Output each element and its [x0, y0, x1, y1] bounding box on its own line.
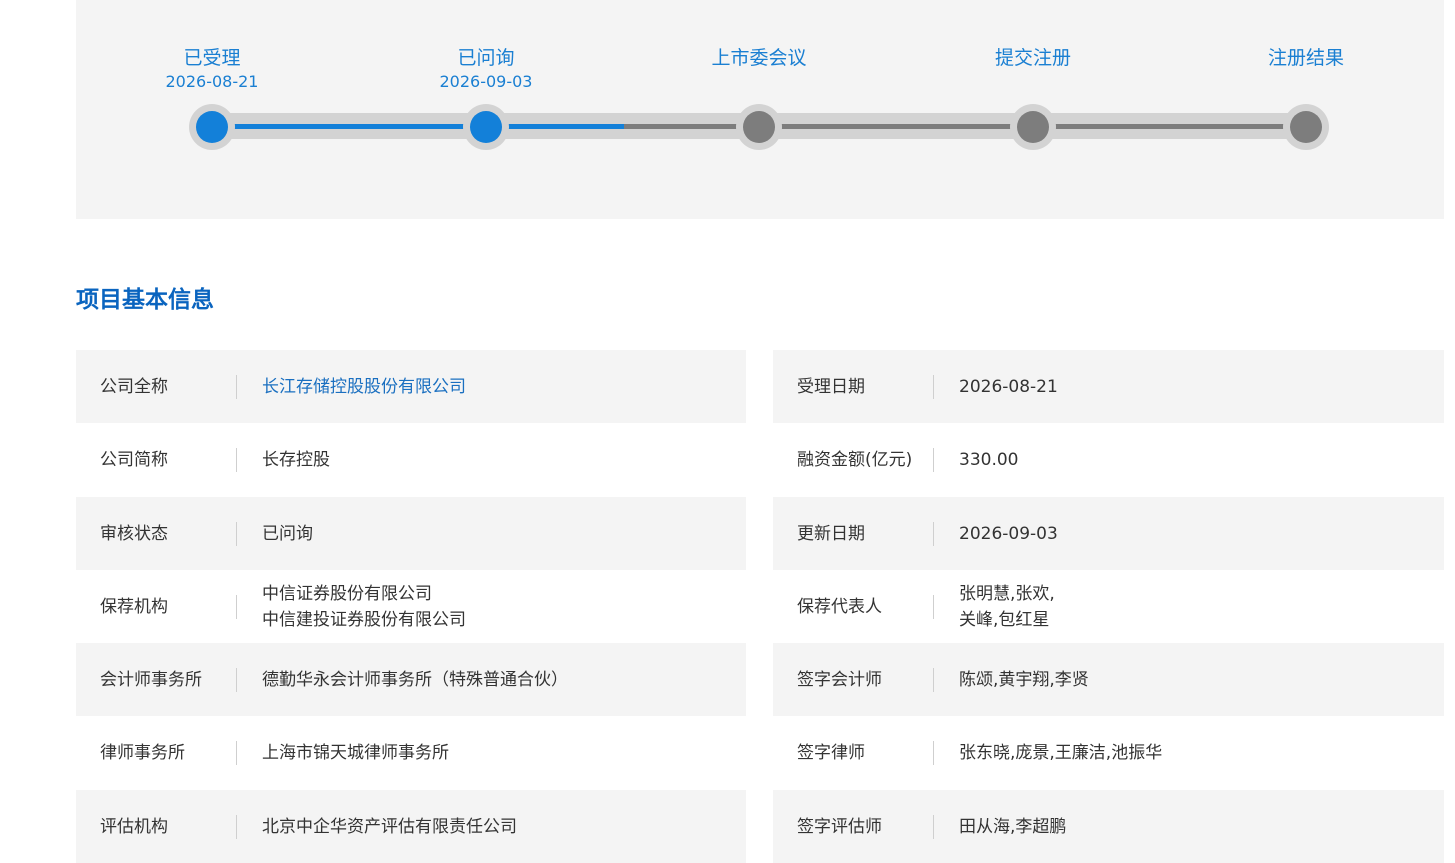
info-value: 2026-08-21 — [959, 376, 1058, 397]
info-value: 张东晓,庞景,王廉洁,池振华 — [959, 742, 1163, 763]
step-date: 2026-09-03 — [439, 72, 533, 91]
info-label: 公司全称 — [76, 374, 237, 399]
step-label: 上市委会议 — [711, 47, 807, 69]
info-row-sponsor: 保荐机构 中信证券股份有限公司 中信建投证券股份有限公司 — [76, 570, 746, 643]
representative-names: 张明慧,张欢, — [959, 583, 1055, 604]
step-label: 注册结果 — [1267, 47, 1344, 69]
info-row-accept-date: 受理日期 2026-08-21 — [773, 350, 1444, 423]
sponsor-name: 中信证券股份有限公司 — [262, 583, 432, 604]
step-label: 提交注册 — [994, 47, 1071, 69]
section-title: 项目基本信息 — [76, 287, 214, 313]
info-label: 签字评估师 — [773, 814, 934, 839]
info-label: 保荐代表人 — [773, 594, 934, 619]
info-value: 中信证券股份有限公司 中信建投证券股份有限公司 — [237, 581, 466, 633]
progress-step-listing-committee: 上市委会议 — [659, 0, 859, 219]
info-row-accounting-firm: 会计师事务所 德勤华永会计师事务所（特殊普通合伙） — [76, 643, 746, 716]
info-row-signing-lawyers: 签字律师 张东晓,庞景,王廉洁,池振华 — [773, 716, 1444, 789]
info-value: 已问询 — [262, 523, 313, 544]
info-label: 签字会计师 — [773, 667, 934, 692]
info-row-company-full-name: 公司全称 长江存储控股股份有限公司 — [76, 350, 746, 423]
company-name-link[interactable]: 长江存储控股股份有限公司 — [237, 374, 466, 400]
info-row-appraisal-firm: 评估机构 北京中企华资产评估有限责任公司 — [76, 790, 746, 863]
step-node-pending — [743, 111, 775, 143]
info-row-signing-appraisers: 签字评估师 田从海,李超鹏 — [773, 790, 1444, 863]
info-label: 更新日期 — [773, 521, 934, 546]
info-value: 德勤华永会计师事务所（特殊普通合伙） — [262, 669, 568, 690]
info-label: 受理日期 — [773, 374, 934, 399]
info-row-signing-accountants: 签字会计师 陈颂,黄宇翔,李贤 — [773, 643, 1444, 716]
info-row-review-status: 审核状态 已问询 — [76, 497, 746, 570]
info-value: 330.00 — [959, 449, 1019, 470]
progress-step-inquired: 已问询 2026-09-03 — [386, 0, 586, 219]
progress-step-submit-registration: 提交注册 — [933, 0, 1133, 219]
info-value: 长存控股 — [262, 449, 330, 470]
step-node-pending — [1290, 111, 1322, 143]
info-label: 签字律师 — [773, 740, 934, 765]
info-label: 律师事务所 — [76, 740, 237, 765]
info-label: 审核状态 — [76, 521, 237, 546]
info-value: 北京中企华资产评估有限责任公司 — [262, 816, 517, 837]
sponsor-name: 中信建投证券股份有限公司 — [262, 609, 466, 630]
progress-step-accepted: 已受理 2026-08-21 — [112, 0, 312, 219]
info-row-financing-amount: 融资金额(亿元) 330.00 — [773, 423, 1444, 496]
info-label: 融资金额(亿元) — [773, 447, 934, 472]
step-node-done — [196, 111, 228, 143]
info-label: 会计师事务所 — [76, 667, 237, 692]
info-value: 上海市锦天城律师事务所 — [262, 742, 449, 763]
info-value: 张明慧,张欢, 关峰,包红星 — [934, 581, 1055, 633]
info-value: 田从海,李超鹏 — [959, 816, 1067, 837]
step-label: 已受理 — [183, 47, 241, 69]
step-date: 2026-08-21 — [165, 72, 259, 91]
review-progress-panel: 已受理 2026-08-21 已问询 2026-09-03 上市委会议 提交注册… — [76, 0, 1444, 219]
info-row-company-short-name: 公司简称 长存控股 — [76, 423, 746, 496]
info-value: 陈颂,黄宇翔,李贤 — [959, 669, 1089, 690]
info-row-sponsor-representatives: 保荐代表人 张明慧,张欢, 关峰,包红星 — [773, 570, 1444, 643]
info-label: 保荐机构 — [76, 594, 237, 619]
representative-names: 关峰,包红星 — [959, 609, 1050, 630]
step-node-done — [470, 111, 502, 143]
info-value: 2026-09-03 — [959, 523, 1058, 544]
step-label: 已问询 — [457, 47, 515, 69]
progress-step-registration-result: 注册结果 — [1206, 0, 1406, 219]
step-node-pending — [1017, 111, 1049, 143]
info-row-update-date: 更新日期 2026-09-03 — [773, 497, 1444, 570]
info-label: 公司简称 — [76, 447, 237, 472]
info-label: 评估机构 — [76, 814, 237, 839]
info-row-law-firm: 律师事务所 上海市锦天城律师事务所 — [76, 716, 746, 789]
